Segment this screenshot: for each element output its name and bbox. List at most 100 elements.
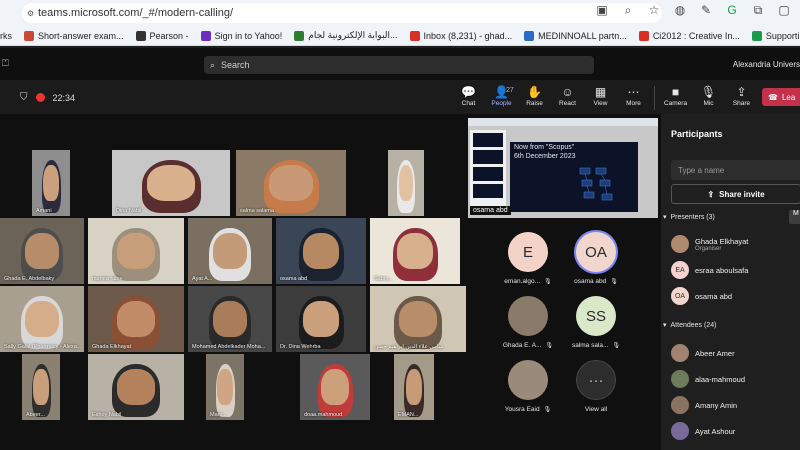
participant-video-tile[interactable]: Mani... — [206, 354, 244, 420]
url-field[interactable]: ⚙ teams.microsoft.com/_#/modern-calling/ — [22, 3, 662, 23]
participant-video-tile[interactable]: Dina Nabil — [112, 150, 230, 216]
participant-face — [213, 300, 247, 337]
participant-video-tile[interactable]: doaa.mahmoud — [300, 354, 370, 420]
camera-permission-icon[interactable]: ▣ — [594, 3, 610, 18]
bookmark-star-icon[interactable]: ☆ — [646, 3, 662, 18]
participant-name: esraa aboulsafa — [695, 265, 749, 275]
participant-face — [406, 368, 422, 405]
people-icon: 👤 27 — [494, 84, 514, 100]
meeting-controls: ⛉ 22:34 💬 Chat 👤 27 People ✋ Raise ☺ React ▦ View ⋯… — [0, 80, 800, 114]
participant-video-tile[interactable]: Abeer... — [22, 354, 60, 420]
participant-video-tile[interactable]: Sally Galal (Pharmacy - Alexa... — [0, 286, 84, 352]
avatar — [508, 360, 548, 400]
more-icon: ⋯ — [628, 84, 640, 100]
participant-video-name: Ghada E. Abdelbaky — [4, 276, 55, 282]
toolbar-more-button[interactable]: ⋯ More — [617, 84, 650, 112]
toolbar-raise-button[interactable]: ✋ Raise — [518, 84, 551, 112]
bookmark-item[interactable]: Inbox (8,231) - ghad... — [409, 30, 512, 41]
search-input[interactable]: ⌕ Search — [204, 56, 594, 74]
toolbar-camera-button[interactable]: ■ Camera — [659, 84, 692, 112]
participant-row[interactable]: EA esraa aboulsafa — [671, 261, 748, 279]
participant-video-tile[interactable]: Amani — [32, 150, 70, 216]
site-info-icon[interactable]: ⚙ — [27, 9, 34, 18]
back-icon[interactable]: ⏍ — [2, 58, 9, 69]
participant-video-tile[interactable] — [388, 150, 424, 216]
participant-video-name: Eshoy Nabil — [92, 412, 122, 418]
toolbar-people-button[interactable]: 👤 27 People — [485, 84, 518, 112]
participant-search-input[interactable]: Type a name — [671, 160, 800, 180]
sidebar-icon[interactable]: ▢ — [776, 3, 792, 18]
participant-video-tile[interactable]: سامي علاء الدين ابراهيم حسن — [370, 286, 466, 352]
participant-video-tile[interactable]: Dr. Dina Wehrba — [276, 286, 366, 352]
participant-face — [116, 368, 156, 405]
avatar-label: Ghada E. A... 🎙 — [503, 342, 553, 349]
participant-video-name: Dina Nabil — [116, 208, 142, 214]
participant-video-tile[interactable]: Ghada E. Abdelbaky — [0, 218, 84, 284]
participant-avatar-tile[interactable]: OA osama abd 🎙 — [556, 232, 636, 306]
avatar: SS — [576, 296, 616, 336]
bookmark-item[interactable]: البوابة الإلكترونية لجام... — [294, 30, 398, 41]
toolbar-label: Camera — [663, 100, 688, 107]
bookmarks-bar: rks Short-answer exam... Pearson - Sign in … — [0, 26, 800, 46]
url-text: teams.microsoft.com/_#/modern-calling/ — [38, 7, 234, 19]
panel-title: Participants — [671, 129, 723, 139]
participant-video-tile[interactable]: osama abd — [276, 218, 366, 284]
zoom-icon[interactable]: ⌕ — [620, 3, 636, 18]
shared-screen[interactable]: Now from "Scopus" 6th December 2023 — [468, 118, 658, 218]
view-all-button[interactable]: ··· View all — [556, 360, 636, 434]
org-name[interactable]: Alexandria Univers — [733, 60, 800, 69]
meeting-timer: ⛉ 22:34 — [20, 92, 75, 103]
participant-video-tile[interactable]: Sabry... — [370, 218, 460, 284]
bookmark-item[interactable]: Sign in to Yahoo! — [200, 30, 282, 41]
participant-video-tile[interactable]: Ayat A... — [188, 218, 272, 284]
mic-off-icon: 🎙 — [612, 343, 621, 349]
bookmark-item[interactable]: Short-answer exam... — [24, 30, 124, 41]
leave-button[interactable]: ☎ Lea — [762, 88, 800, 106]
attendees-section-toggle[interactable]: ▾ Attendees (24) — [663, 321, 716, 330]
mic-off-icon: 🎙 — [610, 279, 618, 285]
participant-face — [116, 300, 156, 337]
participant-face — [33, 368, 49, 405]
bookmark-item[interactable]: rks — [0, 31, 12, 41]
mute-all-button[interactable]: M — [789, 210, 800, 224]
share-icon: ⇪ — [736, 84, 746, 100]
puzzle-icon[interactable]: ⧉ — [750, 3, 766, 18]
participant-video-tile[interactable]: Ghada Elkhayat — [88, 286, 184, 352]
avatar — [671, 235, 689, 253]
avatar — [671, 396, 689, 414]
participant-video-tile[interactable]: Mohamed Abdelkader Moha... — [188, 286, 272, 352]
share-invite-button[interactable]: ⇪ Share invite — [671, 184, 800, 204]
avatar-label: Yousra Eaid 🎙 — [505, 406, 551, 413]
participant-video-tile[interactable]: Eshoy Nabil — [88, 354, 184, 420]
participant-row[interactable]: alaa-mahmoud — [671, 370, 745, 388]
bookmark-item[interactable]: MEDINNOALL partn... — [524, 30, 627, 41]
toolbar-react-button[interactable]: ☺ React — [551, 84, 584, 112]
bookmark-item[interactable]: Pearson - — [135, 30, 189, 41]
participant-video-tile[interactable]: manea rabie — [88, 218, 184, 284]
participant-row[interactable]: Abeer Amer — [671, 344, 735, 362]
toolbar-share-button[interactable]: ⇪ Share — [725, 84, 758, 112]
participant-row[interactable]: Ayat Ashour — [671, 422, 735, 440]
extension-icon[interactable]: ◍ — [672, 3, 688, 18]
shield-icon[interactable]: ⛉ — [20, 92, 28, 103]
presenter-name: osama abd — [470, 206, 511, 215]
bookmark-label: rks — [0, 30, 12, 41]
participant-row[interactable]: Amany Amin — [671, 396, 737, 414]
presenters-section-toggle[interactable]: ▾ Presenters (3) — [663, 213, 715, 222]
toolbar-mic-button[interactable]: 🎙 Mic — [692, 84, 725, 112]
participant-avatar-tile[interactable]: SS salma sala... 🎙 — [556, 296, 636, 370]
participant-row[interactable]: Ghada Elkhayat Organiser — [671, 235, 748, 253]
bookmark-item[interactable]: Supporting future-o... — [751, 30, 800, 41]
view-icon-glyph: ▦ — [594, 85, 607, 99]
toolbar-view-button[interactable]: ▦ View — [584, 84, 617, 112]
participant-video-tile[interactable]: salma salama — [236, 150, 346, 216]
participant-row[interactable]: OA osama abd — [671, 287, 732, 305]
toolbar-chat-button[interactable]: 💬 Chat — [452, 84, 485, 112]
react-icon: ☺ — [561, 84, 573, 100]
extension-pen-icon[interactable]: ✎ — [698, 3, 714, 18]
participant-name: alaa-mahmoud — [695, 374, 746, 384]
extension-g-icon[interactable]: G — [724, 3, 740, 18]
participant-face — [116, 232, 156, 269]
participant-video-tile[interactable]: EMAN... — [394, 354, 434, 420]
bookmark-item[interactable]: Ci2012 : Creative In... — [638, 30, 740, 41]
